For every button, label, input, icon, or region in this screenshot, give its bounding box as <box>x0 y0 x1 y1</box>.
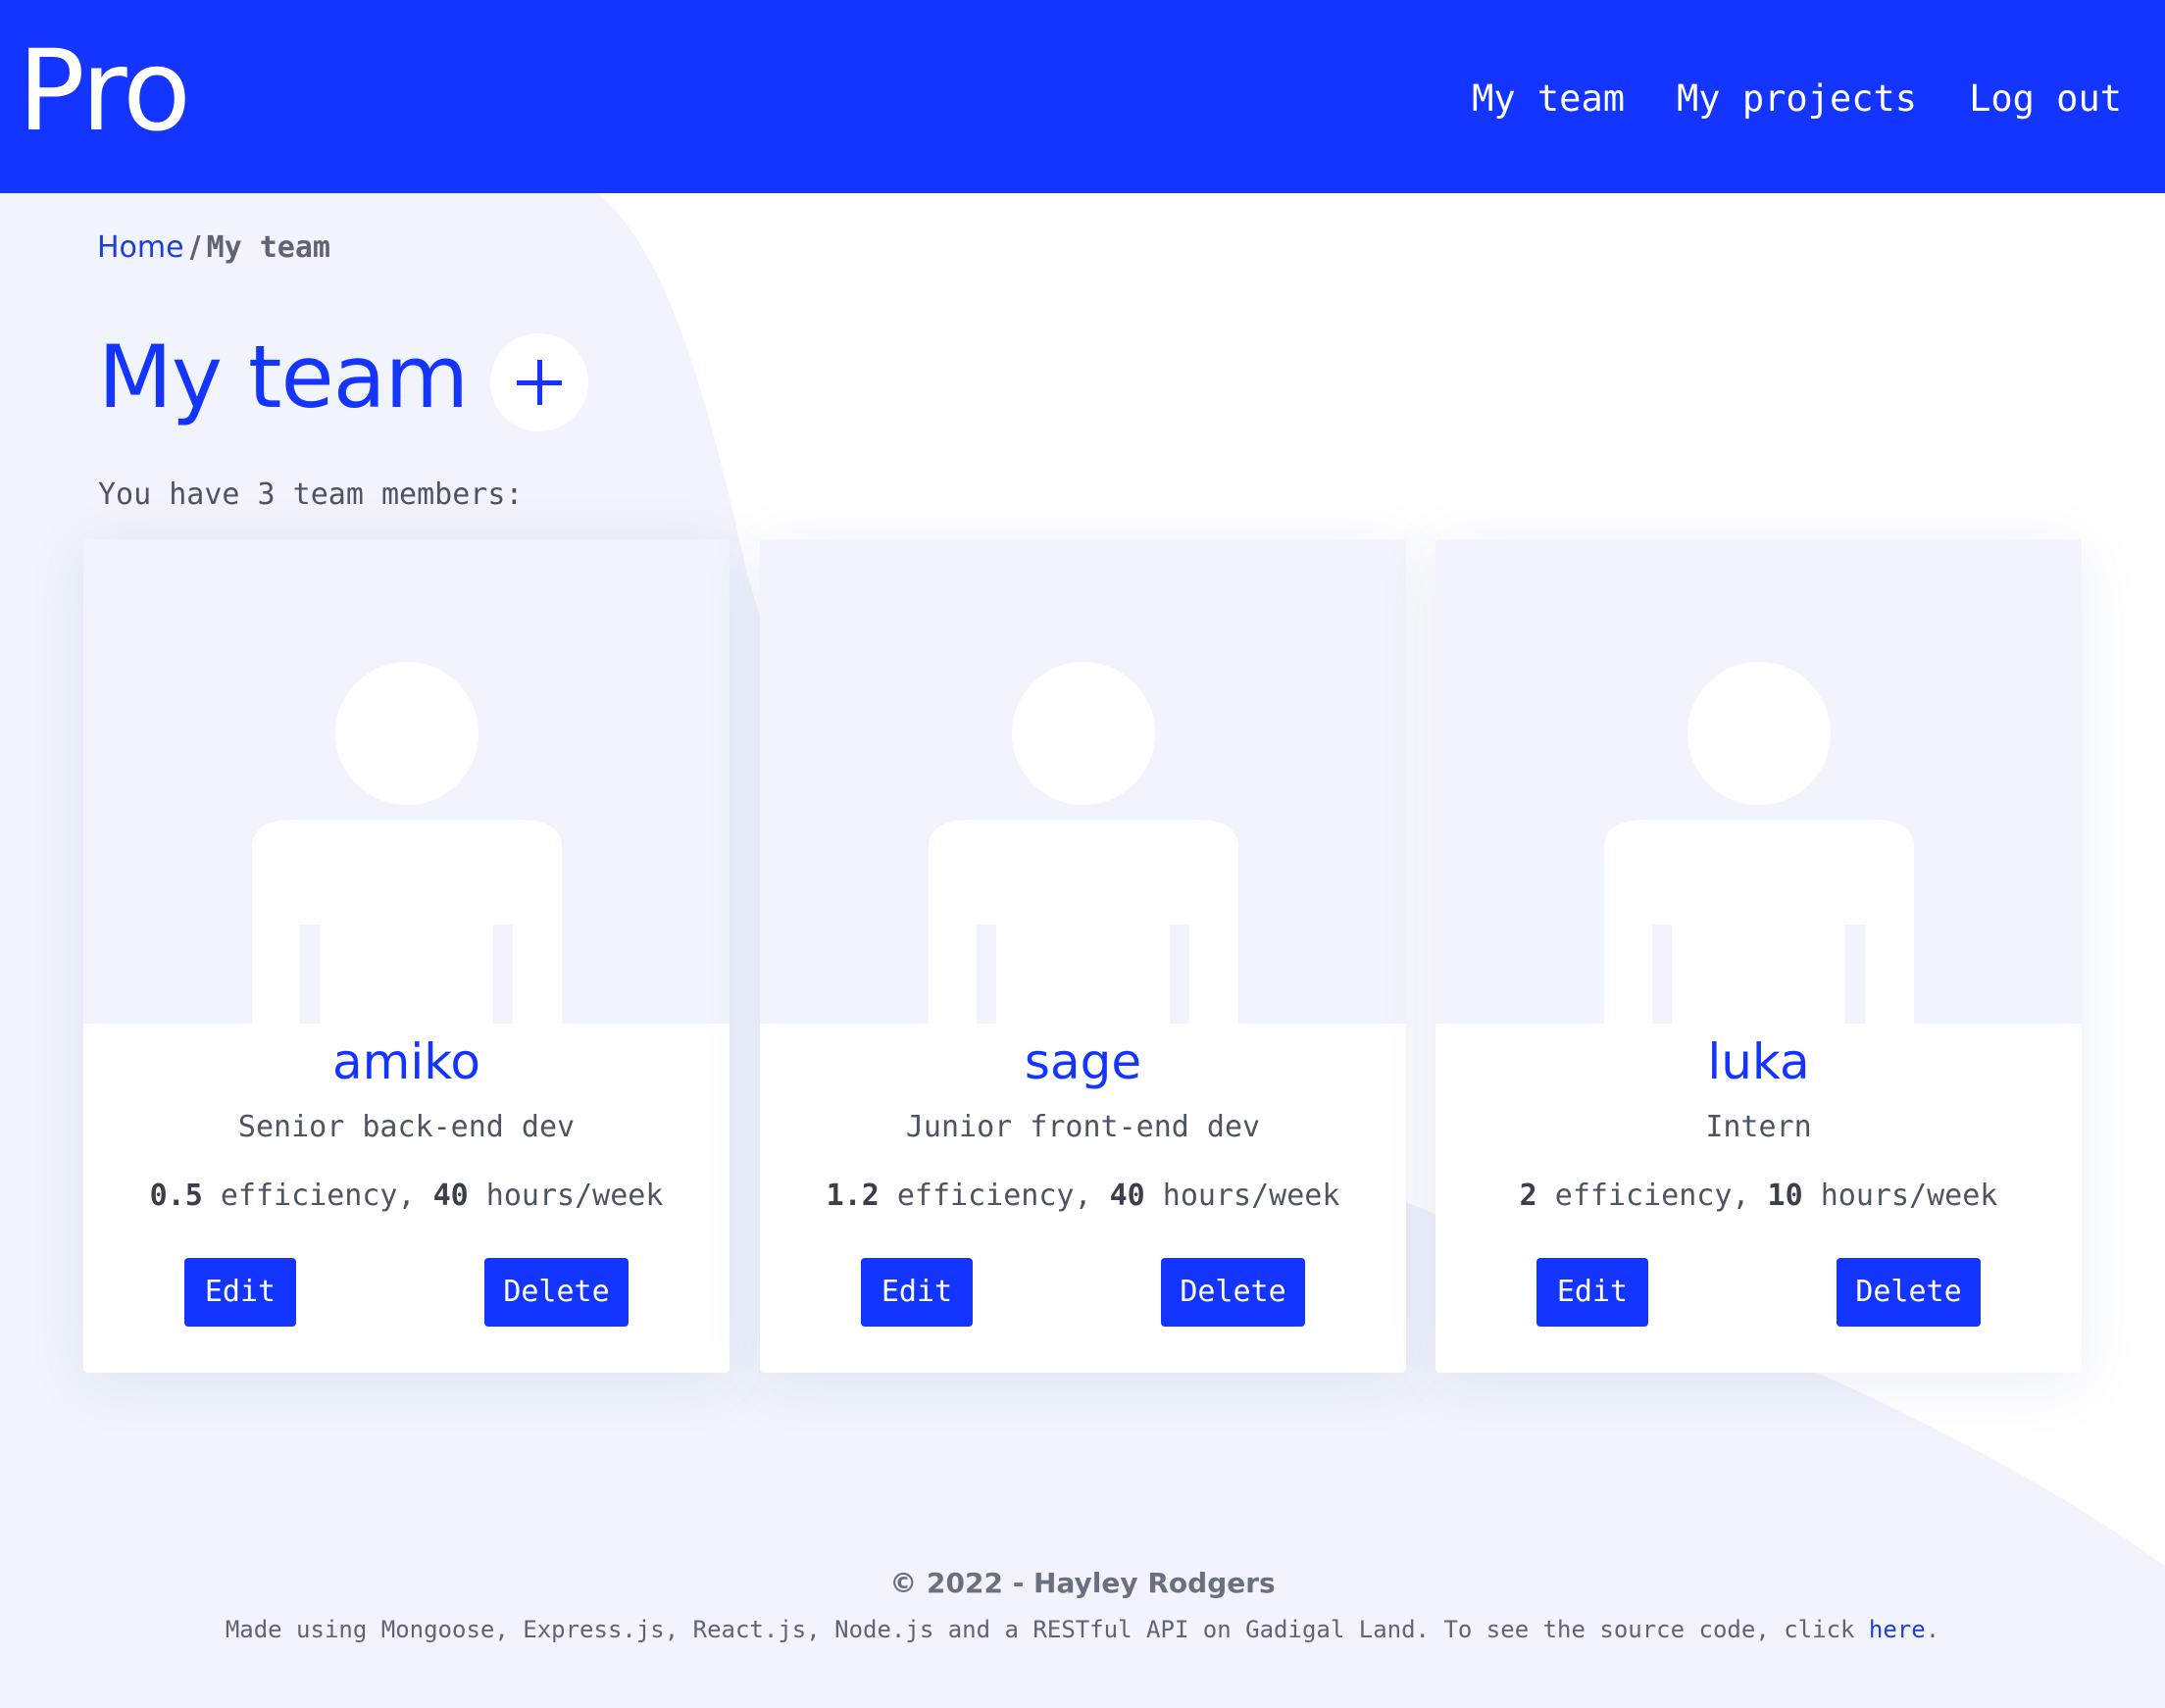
member-count-text: You have 3 team members: <box>98 477 524 512</box>
member-photo-placeholder <box>83 539 730 1024</box>
member-stats: 1.2 efficiency, 40 hours/week <box>760 1177 1406 1216</box>
footer-copyright: © 2022 - Hayley Rodgers <box>889 1567 1276 1599</box>
add-member-button[interactable] <box>490 333 588 431</box>
hours-label: hours/week <box>468 1179 664 1213</box>
efficiency-label: efficiency, <box>879 1179 1110 1213</box>
main-nav: My team My projects Log out <box>1472 76 2122 122</box>
member-photo-placeholder <box>760 539 1406 1024</box>
member-name: amiko <box>331 1033 480 1090</box>
breadcrumb: Home / My team <box>97 230 330 266</box>
app-logo[interactable]: Pro <box>18 27 191 155</box>
nav-my-projects[interactable]: My projects <box>1677 76 1917 122</box>
person-silhouette-icon <box>252 662 562 1024</box>
member-photo-placeholder <box>1435 539 2082 1024</box>
source-code-link[interactable]: here <box>1869 1616 1926 1643</box>
edit-button[interactable]: Edit <box>861 1258 973 1327</box>
member-role: Junior front-end dev <box>905 1110 1261 1144</box>
delete-button[interactable]: Delete <box>1837 1258 1981 1327</box>
efficiency-label: efficiency, <box>1536 1179 1768 1213</box>
breadcrumb-home-link[interactable]: Home <box>97 230 184 265</box>
hours-value: 40 <box>1109 1179 1145 1213</box>
hours-value: 40 <box>432 1179 469 1213</box>
hours-label: hours/week <box>1802 1179 1998 1213</box>
delete-button[interactable]: Delete <box>1161 1258 1305 1327</box>
efficiency-value: 0.5 <box>149 1179 203 1213</box>
member-stats: 0.5 efficiency, 40 hours/week <box>83 1177 730 1216</box>
member-name: sage <box>1024 1033 1142 1090</box>
page-title: My team <box>98 327 469 427</box>
person-silhouette-icon <box>1604 662 1914 1024</box>
footer-note-end: . <box>1925 1616 1940 1643</box>
hours-label: hours/week <box>1144 1179 1340 1213</box>
member-stats: 2 efficiency, 10 hours/week <box>1435 1177 2082 1216</box>
footer-note-text: Made using Mongoose, Express.js, React.j… <box>225 1616 1869 1643</box>
member-role: Intern <box>1705 1110 1812 1144</box>
person-silhouette-icon <box>929 662 1238 1024</box>
member-card: luka Intern 2 efficiency, 10 hours/week … <box>1435 539 2082 1373</box>
member-card: sage Junior front-end dev 1.2 efficiency… <box>760 539 1406 1373</box>
edit-button[interactable]: Edit <box>1536 1258 1648 1327</box>
delete-button[interactable]: Delete <box>484 1258 629 1327</box>
member-name: luka <box>1707 1033 1810 1090</box>
efficiency-value: 2 <box>1519 1179 1537 1213</box>
nav-log-out[interactable]: Log out <box>1969 76 2122 122</box>
breadcrumb-separator: / <box>189 230 201 265</box>
edit-button[interactable]: Edit <box>184 1258 296 1327</box>
breadcrumb-current: My team <box>206 230 330 265</box>
footer-note: Made using Mongoose, Express.js, React.j… <box>0 1612 2165 1647</box>
hours-value: 10 <box>1767 1179 1803 1213</box>
member-card: amiko Senior back-end dev 0.5 efficiency… <box>83 539 730 1373</box>
top-navbar: Pro My team My projects Log out <box>0 0 2165 193</box>
member-role: Senior back-end dev <box>237 1110 576 1144</box>
efficiency-value: 1.2 <box>826 1179 880 1213</box>
nav-my-team[interactable]: My team <box>1472 76 1625 122</box>
efficiency-label: efficiency, <box>202 1179 433 1213</box>
